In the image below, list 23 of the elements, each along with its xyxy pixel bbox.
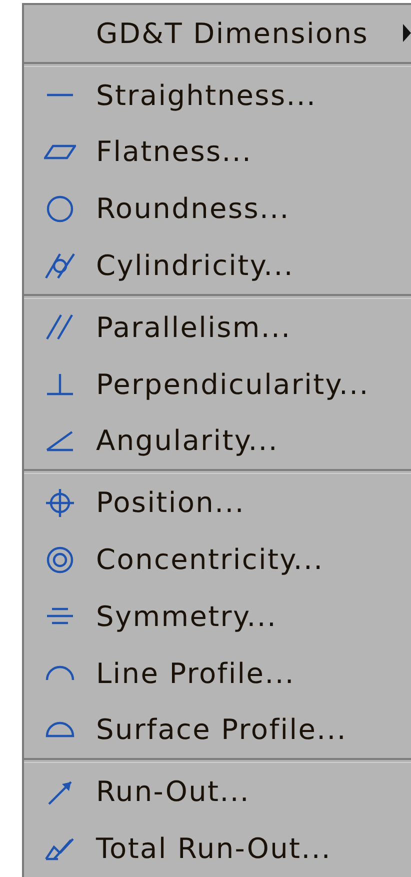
menu-item[interactable]: Straightness... <box>24 66 411 124</box>
menu-item[interactable]: Concentricity... <box>24 531 411 588</box>
menu-item[interactable]: Symmetry... <box>24 588 411 645</box>
perpendicularity-icon <box>44 372 76 396</box>
menu-item[interactable]: Surface Profile... <box>24 702 411 758</box>
menu-header[interactable]: GD&T Dimensions <box>24 5 411 62</box>
menu-item[interactable]: Angularity... <box>24 412 411 470</box>
menu-item[interactable]: Parallelism... <box>24 298 411 356</box>
straightness-icon <box>44 93 76 98</box>
menu-item[interactable]: Line Profile... <box>24 644 411 702</box>
menu-item[interactable]: Flatness... <box>24 124 411 180</box>
angularity-icon <box>44 430 76 452</box>
position-icon <box>44 486 76 519</box>
menu-item[interactable]: Total Run-Out... <box>24 820 411 877</box>
menu-item[interactable]: Perpendicularity... <box>24 356 411 413</box>
menu-item[interactable]: Roundness... <box>24 180 411 238</box>
menu-item[interactable]: Position... <box>24 474 411 532</box>
surface-profile-icon <box>44 721 76 738</box>
flatness-icon <box>44 144 76 160</box>
menu-item[interactable]: Run-Out... <box>24 763 411 820</box>
menu-item[interactable]: Cylindricity... <box>24 237 411 294</box>
symmetry-icon <box>44 607 76 626</box>
line-profile-icon <box>44 665 76 682</box>
